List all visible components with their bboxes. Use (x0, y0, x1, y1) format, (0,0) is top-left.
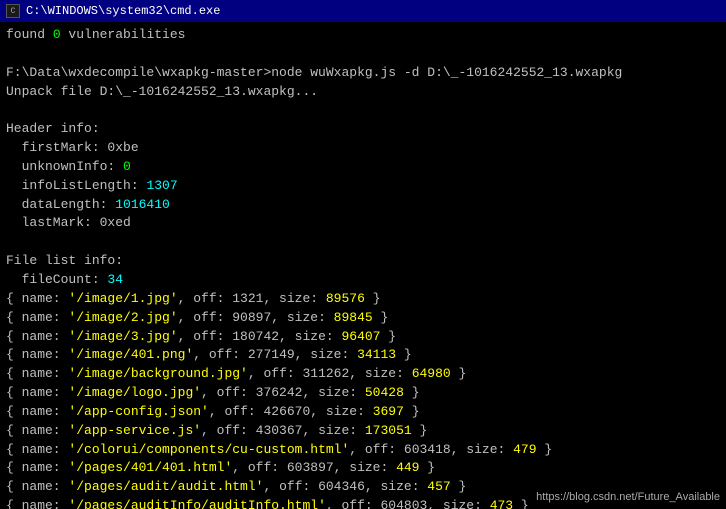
terminal-line: dataLength: 1016410 (6, 196, 720, 215)
cmd-icon: C (6, 4, 20, 18)
terminal-line: { name: '/image/logo.jpg', off: 376242, … (6, 384, 720, 403)
terminal-line: { name: '/image/1.jpg', off: 1321, size:… (6, 290, 720, 309)
terminal-line: Header info: (6, 120, 720, 139)
terminal-line: Unpack file D:\_-1016242552_13.wxapkg... (6, 83, 720, 102)
terminal-line: found 0 vulnerabilities (6, 26, 720, 45)
terminal-line (6, 45, 720, 64)
terminal-line: firstMark: 0xbe (6, 139, 720, 158)
terminal-line: infoListLength: 1307 (6, 177, 720, 196)
terminal-line: fileCount: 34 (6, 271, 720, 290)
terminal-line: { name: '/image/401.png', off: 277149, s… (6, 346, 720, 365)
terminal-line: F:\Data\wxdecompile\wxapkg-master>node w… (6, 64, 720, 83)
terminal-window: found 0 vulnerabilities F:\Data\wxdecomp… (0, 22, 726, 509)
terminal-line (6, 233, 720, 252)
title-bar: C C:\WINDOWS\system32\cmd.exe (0, 0, 726, 22)
terminal-line: { name: '/image/background.jpg', off: 31… (6, 365, 720, 384)
terminal-line: { name: '/app-service.js', off: 430367, … (6, 422, 720, 441)
terminal-line: lastMark: 0xed (6, 214, 720, 233)
terminal-line: File list info: (6, 252, 720, 271)
title-text: C:\WINDOWS\system32\cmd.exe (26, 4, 220, 18)
terminal-line: { name: '/colorui/components/cu-custom.h… (6, 441, 720, 460)
terminal-line: { name: '/image/3.jpg', off: 180742, siz… (6, 328, 720, 347)
terminal-line: unknownInfo: 0 (6, 158, 720, 177)
watermark: https://blog.csdn.net/Future_Available (536, 491, 720, 503)
terminal-line: { name: '/image/2.jpg', off: 90897, size… (6, 309, 720, 328)
terminal-line: { name: '/app-config.json', off: 426670,… (6, 403, 720, 422)
terminal-line (6, 101, 720, 120)
terminal-line: { name: '/pages/401/401.html', off: 6038… (6, 459, 720, 478)
